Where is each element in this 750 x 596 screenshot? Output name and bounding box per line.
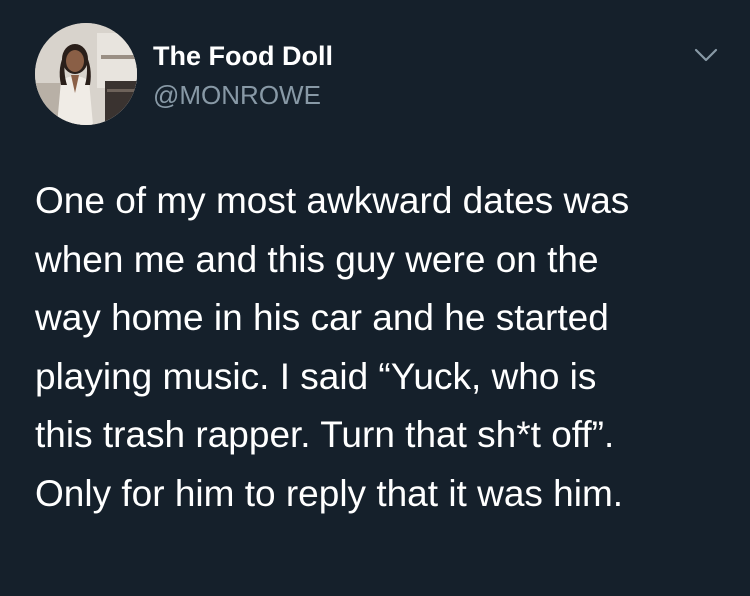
- user-handle[interactable]: @MONROWE: [153, 79, 321, 111]
- profile-photo: [35, 23, 137, 125]
- avatar[interactable]: [35, 23, 137, 125]
- display-name[interactable]: The Food Doll: [153, 40, 333, 72]
- chevron-down-icon[interactable]: [693, 45, 719, 65]
- tweet-text: One of my most awkward dates was when me…: [35, 180, 630, 514]
- tweet-card: The Food Doll @MONROWE One of my most aw…: [0, 0, 750, 596]
